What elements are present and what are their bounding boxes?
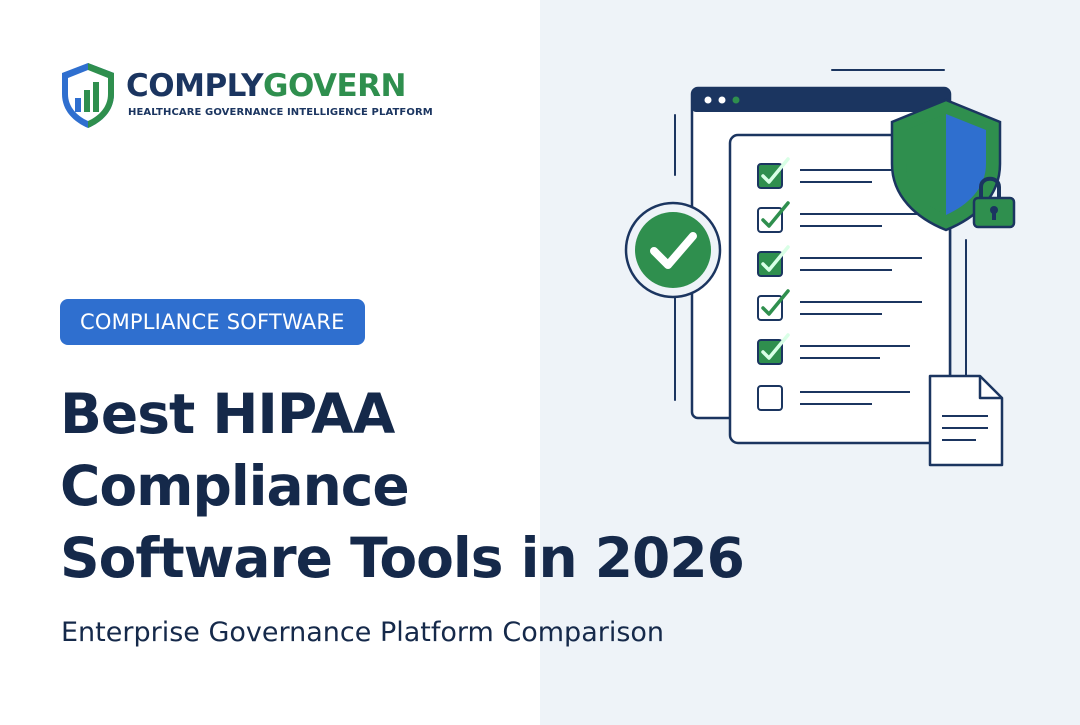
- compliance-illustration: [624, 69, 1016, 467]
- subheadline: Enterprise Governance Platform Compariso…: [61, 617, 665, 648]
- brand-name-part1: COMPLY: [126, 68, 264, 104]
- headline-line-3: Software Tools in 2026: [60, 526, 745, 590]
- brand-tagline: HEALTHCARE GOVERNANCE INTELLIGENCE PLATF…: [128, 107, 433, 118]
- brand-wordmark: COMPLYGOVERN: [126, 68, 406, 104]
- brand-logo: COMPLYGOVERN HEALTHCARE GOVERNANCE INTEL…: [58, 60, 438, 132]
- brand-name-part2: GOVERN: [263, 68, 406, 104]
- category-badge: COMPLIANCE SOFTWARE: [60, 299, 365, 345]
- shield-bar-chart-icon: [62, 63, 114, 128]
- document-icon: [928, 374, 1004, 467]
- check-circle-icon: [624, 201, 722, 299]
